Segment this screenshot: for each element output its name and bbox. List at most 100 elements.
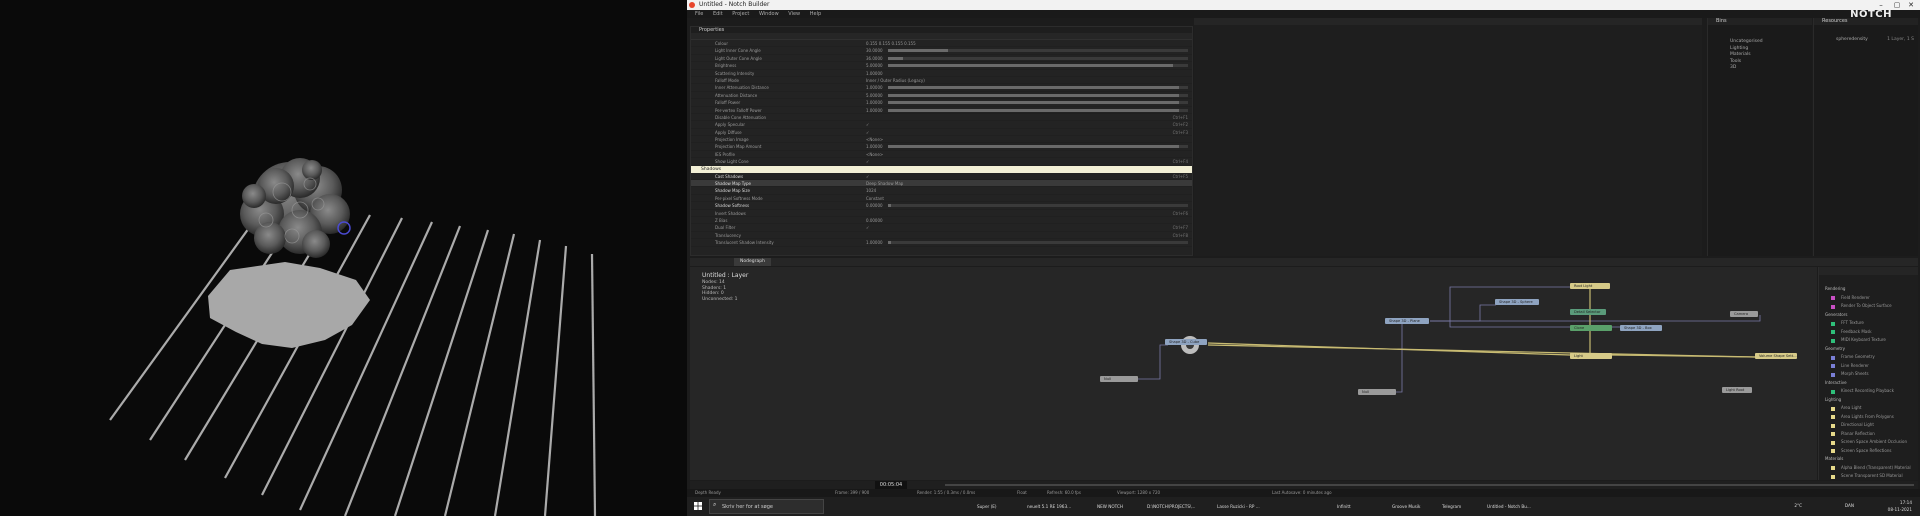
property-slider[interactable] [888, 64, 1188, 68]
property-value[interactable]: 1.00000 [866, 84, 883, 91]
menu-view[interactable]: View [788, 10, 800, 18]
graph-node[interactable]: Light Root [1722, 387, 1752, 393]
language-label[interactable]: DAN [1845, 502, 1854, 509]
property-row[interactable]: Falloff Mode Inner / Outer Radius (Legacy… [691, 77, 1192, 85]
graph-node[interactable]: Camera [1730, 311, 1758, 317]
node-category[interactable]: Interactive [1819, 379, 1918, 388]
taskbar-app[interactable]: Telegram [1442, 501, 1461, 512]
property-value[interactable]: ✓ [866, 173, 869, 180]
property-slider[interactable] [888, 86, 1188, 90]
graph-node[interactable]: Null [1100, 376, 1138, 382]
node-library-item[interactable]: Directional Light [1819, 421, 1918, 430]
property-slider[interactable] [888, 49, 1188, 53]
property-row[interactable]: Light Outer Cone Angle 36.0000 [691, 55, 1192, 63]
property-row[interactable]: Attenuation Distance 5.00000 [691, 92, 1192, 100]
taskbar-app[interactable]: neuelt 5.1 RE 1963... [1027, 501, 1071, 512]
node-library-item[interactable]: Alpha Blend (Transparent) Material [1819, 464, 1918, 473]
taskbar-search-input[interactable]: Skriv her for at søge [709, 499, 824, 514]
property-slider[interactable] [888, 145, 1188, 149]
property-value[interactable]: 1.00000 [866, 70, 883, 77]
graph-node[interactable]: Shape 3D - Plane [1385, 318, 1429, 324]
property-row[interactable]: Show Light Cone ✓ Ctrl+F4 [691, 158, 1192, 166]
property-row[interactable]: Projection Image <None> [691, 136, 1192, 144]
node-category[interactable]: Generators [1819, 311, 1918, 320]
node-library-item[interactable]: Scene Transparent SD Material [1819, 472, 1918, 481]
taskbar-app[interactable]: NEW NOTCH [1097, 501, 1123, 512]
tab-nodegraph[interactable]: Nodegraph [734, 258, 771, 266]
property-value[interactable]: ✓ [866, 158, 869, 165]
taskbar-app[interactable]: D:\NOTCH\PROJECTS\... [1147, 501, 1195, 512]
property-row[interactable]: Apply Diffuse ✓ Ctrl+F3 [691, 129, 1192, 137]
taskbar-app[interactable]: Groove Musik [1392, 501, 1420, 512]
node-library-item[interactable]: Morph Sheets [1819, 370, 1918, 379]
property-value[interactable]: 5.00000 [866, 92, 883, 99]
graph-node[interactable]: Shape 3D - Box [1620, 325, 1662, 331]
property-value[interactable]: 1.00000 [866, 239, 883, 246]
graph-node[interactable]: Null [1358, 389, 1396, 395]
section-shadows[interactable]: Shadows [691, 165, 1192, 173]
property-row[interactable]: Cast Shadows ✓ Ctrl+F5 [691, 173, 1192, 181]
property-value[interactable]: 0.155 0.155 0.155 0.155 [866, 40, 916, 47]
node-category[interactable]: Materials [1819, 455, 1918, 464]
property-value[interactable]: 1.00000 [866, 143, 883, 150]
property-slider[interactable] [888, 204, 1188, 208]
property-slider[interactable] [888, 108, 1188, 112]
graph-node[interactable]: Root Light [1570, 283, 1610, 289]
property-value[interactable]: Inner / Outer Radius (Legacy) [866, 77, 925, 84]
property-row[interactable]: Colour 0.155 0.155 0.155 0.155 [691, 40, 1192, 48]
timecode-display[interactable]: 00:05:04 [875, 481, 907, 489]
property-row[interactable]: Light Inner Cone Angle 30.0000 [691, 47, 1192, 55]
grid-toolbar[interactable] [1194, 18, 1702, 25]
graph-node[interactable]: Clone [1570, 325, 1612, 331]
property-row[interactable]: Translucent Shadow Intensity 1.00000 [691, 239, 1192, 247]
bin-item[interactable]: 3D [1708, 65, 1812, 72]
properties-toolbar[interactable] [691, 33, 1192, 40]
property-value[interactable]: Deep Shadow Map [866, 180, 903, 187]
graph-node[interactable]: Shape 3D - Cube [1165, 339, 1207, 345]
menu-project[interactable]: Project [732, 10, 749, 18]
timeline-track[interactable] [945, 484, 1914, 486]
node-category[interactable]: Geometry [1819, 345, 1918, 354]
timeline-bar[interactable]: 00:05:04 [690, 481, 1918, 489]
property-row[interactable]: Invert Shadows Ctrl+F6 [691, 210, 1192, 217]
property-row[interactable]: Per-pixel Softness Mode Constant [691, 195, 1192, 203]
graph-node[interactable]: Shape 3D - Sphere [1495, 299, 1539, 305]
menu-window[interactable]: Window [759, 10, 779, 18]
taskbar-app[interactable]: Infinitt [1337, 501, 1351, 512]
property-slider[interactable] [888, 101, 1188, 105]
clock-date[interactable]: 08-11-2021 [1888, 506, 1912, 513]
taskbar-app[interactable]: Untitled - Notch Bu... [1487, 501, 1531, 512]
node-library-item[interactable]: Planar Reflection [1819, 430, 1918, 439]
property-row[interactable]: Translucency Ctrl+F8 [691, 232, 1192, 240]
node-library-item[interactable]: Feedback Mask [1819, 328, 1918, 337]
property-value[interactable]: 1.00000 [866, 99, 883, 106]
node-library-item[interactable]: MIDI Keyboard Texture [1819, 336, 1918, 345]
node-library-item[interactable]: Screen Space Reflections [1819, 447, 1918, 456]
property-value[interactable]: 30.0000 [866, 47, 883, 54]
property-row[interactable]: Brightness 5.00000 [691, 62, 1192, 70]
property-value[interactable]: 1.00000 [866, 107, 883, 114]
node-library-item[interactable]: Area Lights From Polygons [1819, 413, 1918, 422]
resource-item[interactable]: spheredensity 1 Layer, 1 S [1814, 37, 1918, 44]
property-slider[interactable] [888, 93, 1188, 97]
node-library-item[interactable]: Screen Space Ambient Occlusion [1819, 438, 1918, 447]
property-slider[interactable] [888, 241, 1188, 245]
property-slider[interactable] [888, 56, 1188, 60]
close-button[interactable]: ✕ [1904, 0, 1918, 10]
property-row[interactable]: Falloff Power 1.00000 [691, 99, 1192, 107]
property-row[interactable]: Scattering Intensity 1.00000 [691, 70, 1192, 77]
property-value[interactable]: ✓ [866, 121, 869, 128]
windows-start-icon[interactable] [694, 502, 702, 510]
property-row[interactable]: Shadow Map Type Deep Shadow Map [691, 180, 1192, 188]
taskbar-app[interactable]: Lasse Ruzicki - RP ... [1217, 501, 1260, 512]
node-library-item[interactable]: Line Renderer [1819, 362, 1918, 371]
weather-label[interactable]: 2°C [1794, 502, 1802, 509]
node-library-item[interactable]: Field Renderer [1819, 294, 1918, 303]
menu-help[interactable]: Help [810, 10, 821, 18]
node-library-item[interactable]: Render To Object Surface [1819, 302, 1918, 311]
graph-node[interactable]: Volume Shape Sett... [1755, 353, 1797, 359]
graph-node[interactable]: Detail Selector [1570, 309, 1606, 315]
node-library-item[interactable]: Area Light [1819, 404, 1918, 413]
property-value[interactable]: ✓ [866, 224, 869, 231]
property-value[interactable]: <None> [866, 151, 883, 158]
